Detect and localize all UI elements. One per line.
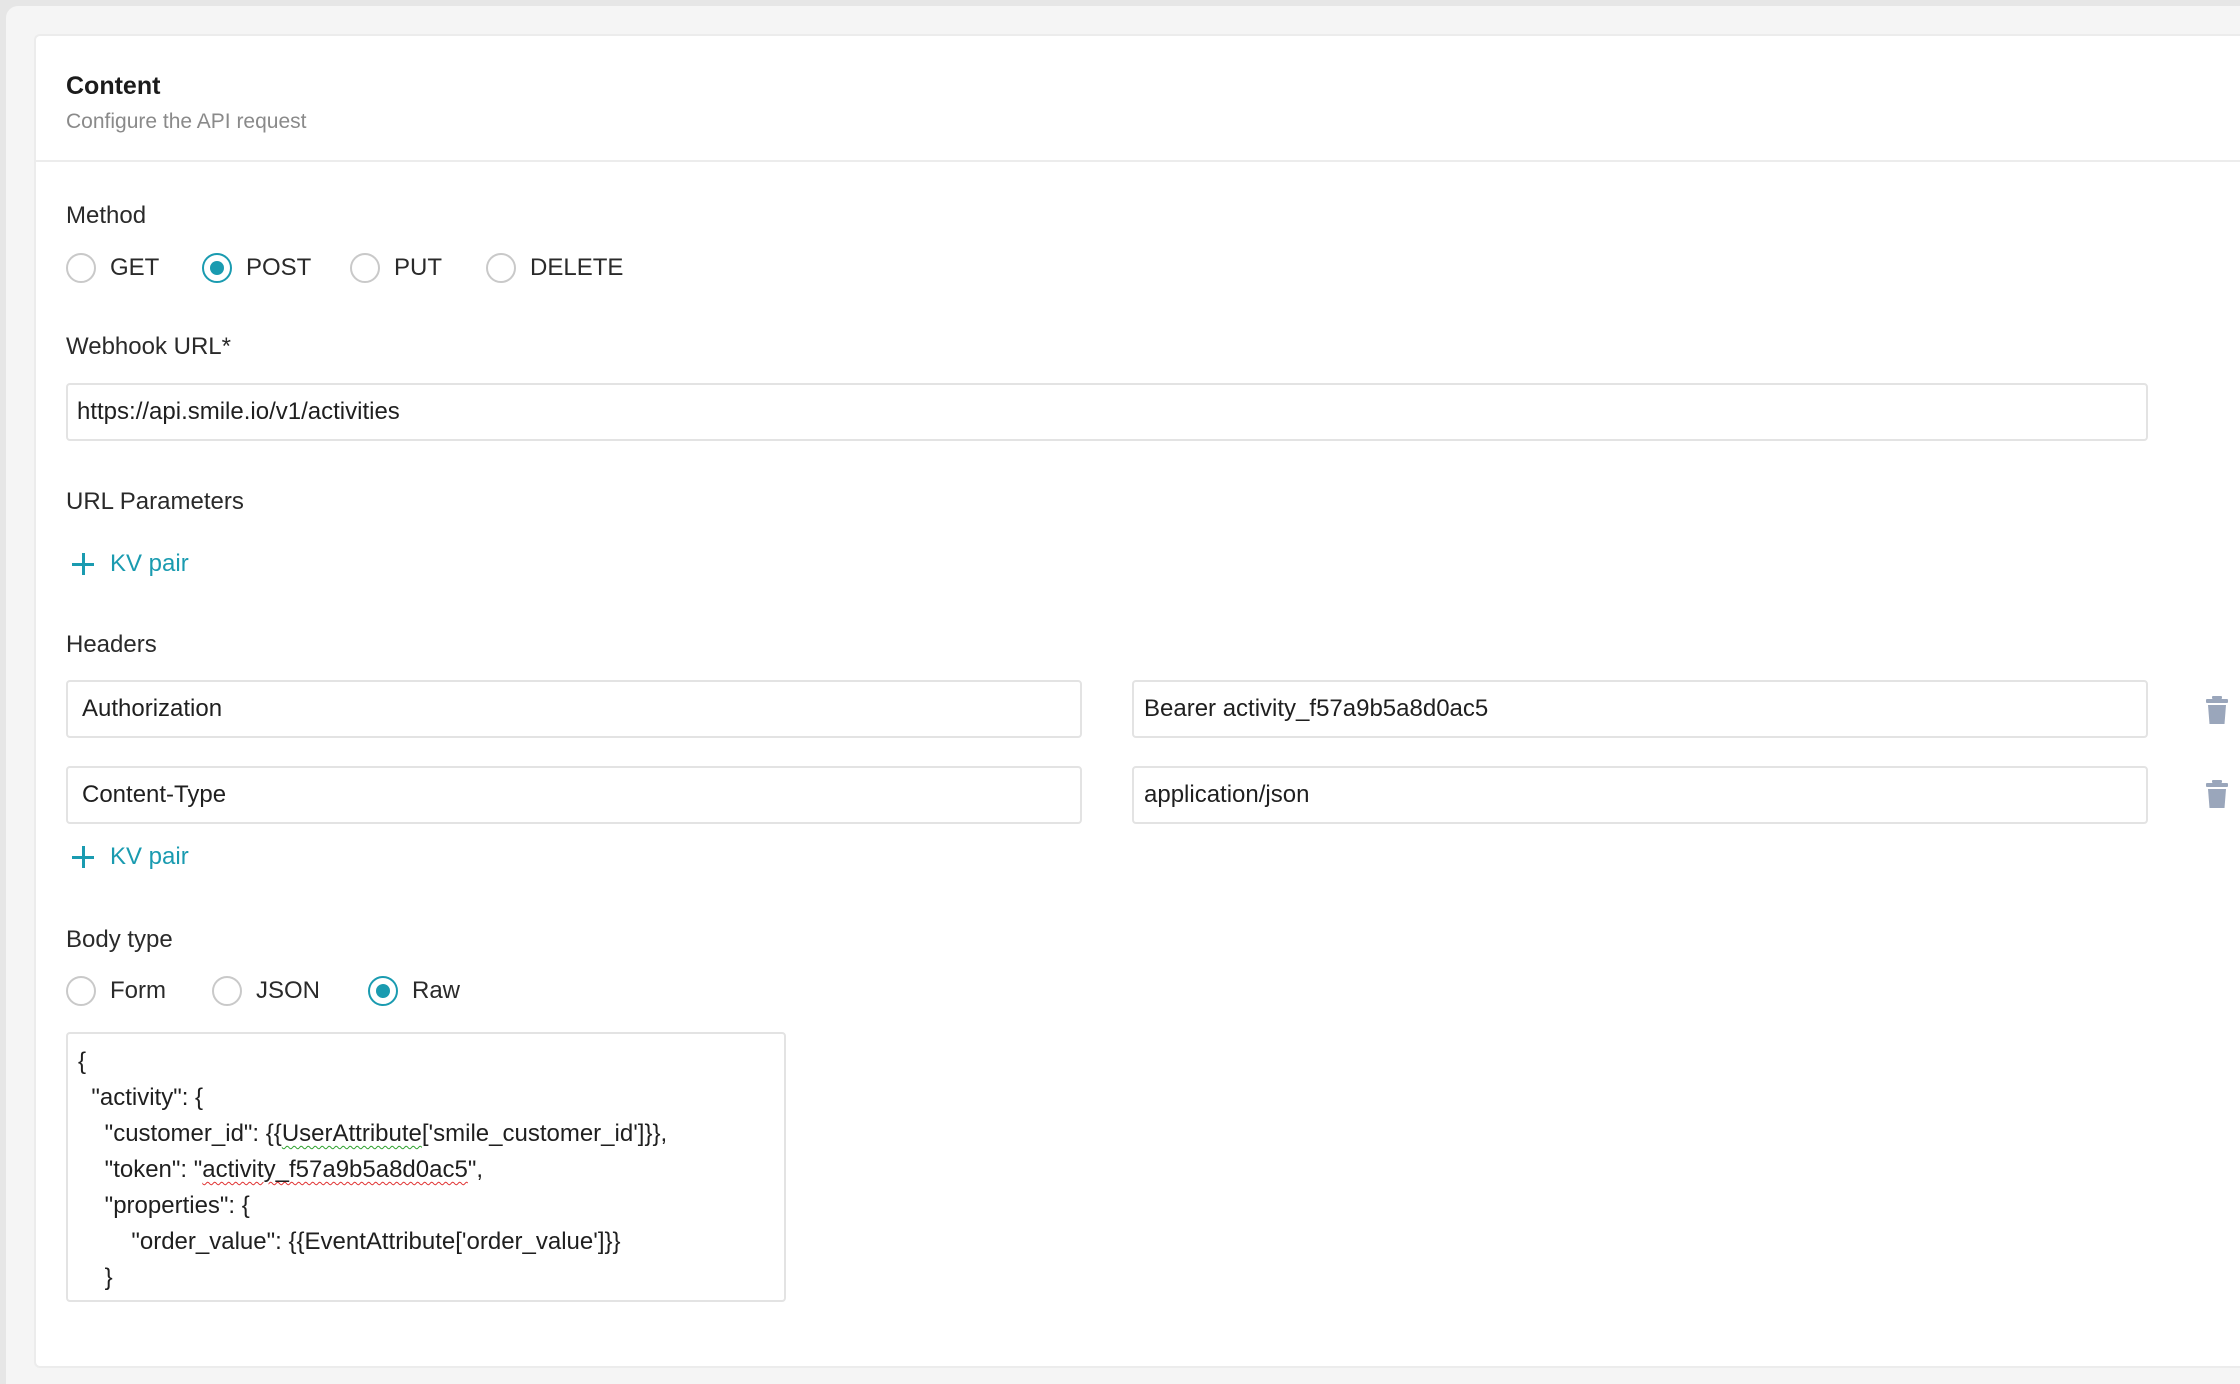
radio-circle[interactable] [486,253,516,283]
spellcheck-flagged-text: UserAttribute [281,1120,422,1147]
code-line: { [78,1048,87,1075]
code-line: "customer_id": {{UserAttribute['smile_cu… [78,1116,774,1152]
url-parameters-label: URL Parameters [66,488,244,515]
card-header: Content Configure the API request [36,36,2240,162]
card-title: Content [66,72,161,100]
code-text: "customer_id": {{ [78,1120,282,1147]
webhook-url-input[interactable] [66,383,2148,441]
method-radio-delete[interactable]: DELETE [486,253,623,283]
body-type-radio-form[interactable]: Form [66,976,212,1006]
add-url-parameter-label: KV pair [110,550,189,577]
webhook-url-label: Webhook URL* [66,333,231,360]
body-type-radio-label: Form [110,977,166,1004]
method-radio-post[interactable]: POST [202,253,350,283]
body-type-radio-label: JSON [256,977,321,1004]
body-type-radio-label: Raw [412,977,461,1004]
radio-circle[interactable] [66,976,96,1006]
header-key-input[interactable] [66,680,1082,738]
code-line: "properties": { [78,1192,250,1219]
method-radio-label: PUT [394,254,442,281]
method-radio-label: POST [246,254,312,281]
header-value-input[interactable] [1132,766,2148,824]
method-radio-put[interactable]: PUT [350,253,486,283]
method-radio-get[interactable]: GET [66,253,202,283]
radio-circle-checked[interactable] [368,976,398,1006]
code-line: } [78,1264,113,1291]
code-line: "order_value": {{EventAttribute['order_v… [78,1228,621,1255]
method-radio-label: DELETE [530,254,624,281]
header-value-input[interactable] [1132,680,2148,738]
body-type-radio-raw[interactable]: Raw [368,976,460,1006]
code-line: "activity": { [78,1084,204,1111]
add-url-parameter-button[interactable]: KV pair [72,549,189,579]
header-key-input[interactable] [66,766,1082,824]
trash-icon[interactable] [2206,696,2228,724]
code-text: ", [467,1156,484,1183]
add-header-label: KV pair [110,843,189,870]
add-header-button[interactable]: KV pair [72,842,189,872]
body-type-radio-group: Form JSON Raw [66,975,460,1007]
method-label: Method [66,202,147,229]
radio-circle-checked[interactable] [202,253,232,283]
method-radio-group: GET POST PUT DELETE [66,252,623,284]
code-line: "token": "activity_f57a9b5a8d0ac5", [78,1152,774,1188]
plus-icon [72,553,94,575]
spellcheck-flagged-text: activity_f57a9b5a8d0ac5 [202,1156,468,1183]
trash-icon[interactable] [2206,780,2228,808]
body-type-label: Body type [66,926,173,953]
headers-label: Headers [66,631,157,658]
card-subtitle: Configure the API request [66,110,307,133]
radio-circle[interactable] [66,253,96,283]
radio-circle[interactable] [350,253,380,283]
code-text: ['smile_customer_id']}}, [421,1120,668,1147]
plus-icon [72,846,94,868]
body-type-radio-json[interactable]: JSON [212,976,368,1006]
content-card: Content Configure the API request Method… [34,34,2240,1368]
raw-body-textarea[interactable]: { "activity": { "customer_id": {{UserAtt… [66,1032,786,1302]
method-radio-label: GET [110,254,160,281]
radio-circle[interactable] [212,976,242,1006]
code-text: "token": " [78,1156,203,1183]
